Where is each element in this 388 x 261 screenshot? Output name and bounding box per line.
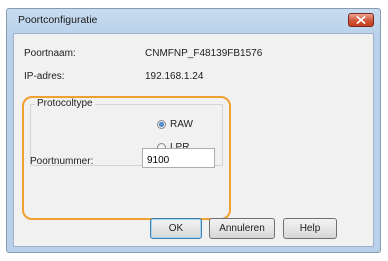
protocol-type-legend: Protocoltype [35,98,95,109]
ok-button[interactable]: OK [150,218,202,239]
radio-raw[interactable]: RAW [157,119,193,130]
dialog-title: Poortconfiguratie [18,14,98,26]
close-button[interactable] [348,13,374,27]
port-name-value: CNMFNP_F48139FB1576 [145,48,263,59]
radio-raw-button[interactable] [157,120,166,129]
close-x-icon [356,16,366,24]
dialog-body: Poortnaam: CNMFNP_F48139FB1576 IP-adres:… [13,33,374,247]
ip-address-value: 192.168.1.24 [145,71,204,82]
help-button[interactable]: Help [283,218,337,239]
title-bar[interactable]: Poortconfiguratie [7,9,380,31]
port-configuration-dialog: Poortconfiguratie Poortnaam: CNMFNP_F481… [6,8,381,253]
cancel-button[interactable]: Annuleren [209,218,275,239]
port-name-label: Poortnaam: [24,48,76,59]
port-number-input[interactable] [142,148,215,168]
port-number-label: Poortnummer: [30,156,94,167]
ip-address-label: IP-adres: [24,71,65,82]
radio-raw-label: RAW [170,119,193,130]
